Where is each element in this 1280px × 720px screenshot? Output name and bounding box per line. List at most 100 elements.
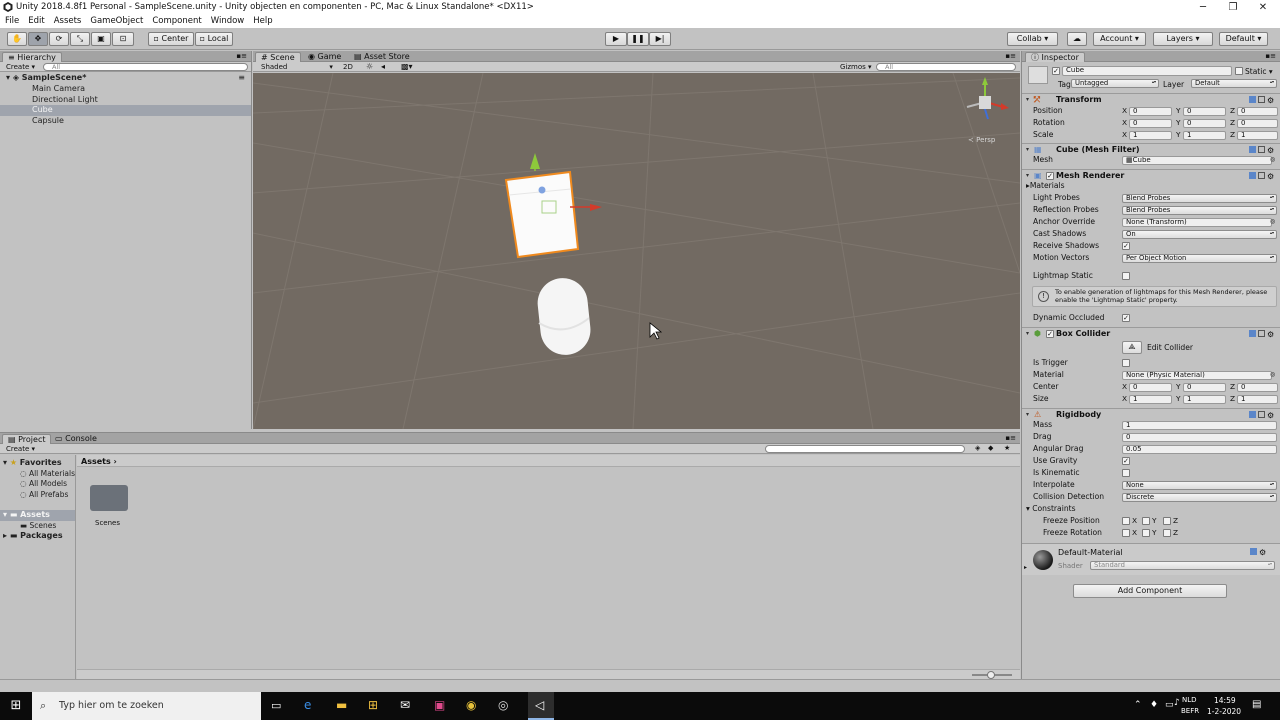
center-z-field[interactable]: 0 xyxy=(1237,382,1278,392)
help-icon[interactable] xyxy=(1249,411,1256,418)
tag-dropdown[interactable]: Untagged xyxy=(1071,79,1159,88)
preset-icon[interactable] xyxy=(1258,411,1265,418)
interpolate-dropdown[interactable]: None xyxy=(1122,480,1277,490)
active-checkbox[interactable]: ✓ xyxy=(1052,67,1060,75)
motion-vectors-dropdown[interactable]: Per Object Motion xyxy=(1122,253,1277,263)
2d-toggle[interactable]: 2D xyxy=(343,63,353,71)
menu-assets[interactable]: Assets xyxy=(54,15,82,28)
scale-x-field[interactable]: 1 xyxy=(1129,130,1172,140)
tab-console[interactable]: ▭ Console xyxy=(50,434,102,444)
hierarchy-item-capsule[interactable]: Capsule xyxy=(0,116,251,127)
freeze-rotation-y-checkbox[interactable] xyxy=(1142,529,1150,537)
file-explorer-icon[interactable]: ▬ xyxy=(336,698,347,712)
help-icon[interactable] xyxy=(1249,96,1256,103)
project-search-input[interactable] xyxy=(765,445,965,453)
position-y-field[interactable]: 0 xyxy=(1183,106,1226,116)
step-button[interactable]: ▶| xyxy=(649,32,671,46)
object-picker-icon[interactable]: ◎ xyxy=(1270,369,1275,381)
settings-gear-icon[interactable]: ⚙ xyxy=(1267,410,1274,420)
hierarchy-item-main-camera[interactable]: Main Camera xyxy=(0,84,251,95)
mesh-renderer-enabled-checkbox[interactable]: ✓ xyxy=(1046,172,1054,180)
network-icon[interactable]: ▭ xyxy=(1165,700,1174,710)
clock-time[interactable]: 14:59 xyxy=(1214,696,1236,705)
project-create-button[interactable]: Create ▾ xyxy=(6,445,35,453)
settings-gear-icon[interactable]: ⚙ xyxy=(1267,145,1274,155)
breadcrumb-assets[interactable]: Assets › xyxy=(81,457,117,466)
help-icon[interactable] xyxy=(1249,172,1256,179)
help-icon[interactable] xyxy=(1250,548,1257,555)
freeze-rotation-x-checkbox[interactable] xyxy=(1122,529,1130,537)
chrome-icon[interactable]: ◉ xyxy=(466,698,476,712)
rotate-tool-button[interactable]: ⟳ xyxy=(49,32,69,46)
edit-collider-button[interactable]: ⟁ xyxy=(1122,341,1142,354)
fold-closed-icon[interactable]: ▸ xyxy=(1024,564,1027,571)
preset-icon[interactable] xyxy=(1258,96,1265,103)
add-component-button[interactable]: Add Component xyxy=(1073,584,1227,598)
audio-toggle-icon[interactable]: ◂ xyxy=(381,62,385,71)
persp-label[interactable]: ≺ Persp xyxy=(968,136,995,144)
menu-file[interactable]: File xyxy=(5,15,19,28)
scene-viewport[interactable]: ≺ Persp xyxy=(253,73,1020,429)
shader-dropdown[interactable]: Standard xyxy=(1090,561,1275,570)
cast-shadows-dropdown[interactable]: On xyxy=(1122,229,1277,239)
center-y-field[interactable]: 0 xyxy=(1183,382,1226,392)
scene-orientation-gizmo[interactable] xyxy=(966,77,1009,120)
scenes-folder-row[interactable]: ▬ Scenes xyxy=(0,521,75,532)
pause-button[interactable]: ❚❚ xyxy=(627,32,649,46)
constraints-row[interactable]: ▾ Constraints xyxy=(1022,503,1280,515)
filter-type-icon[interactable]: ◈ xyxy=(975,444,980,452)
account-dropdown[interactable]: Account ▾ xyxy=(1093,32,1146,46)
collision-detection-dropdown[interactable]: Discrete xyxy=(1122,492,1277,502)
use-gravity-checkbox[interactable]: ✓ xyxy=(1122,457,1130,465)
gizmos-dropdown[interactable]: Gizmos ▾ xyxy=(840,63,872,71)
menu-gameobject[interactable]: GameObject xyxy=(90,15,143,28)
scene-search-input[interactable]: All xyxy=(876,63,1016,71)
angular-drag-field[interactable]: 0.05 xyxy=(1122,444,1277,454)
is-kinematic-checkbox[interactable] xyxy=(1122,469,1130,477)
rotation-z-field[interactable]: 0 xyxy=(1237,118,1278,128)
settings-gear-icon[interactable]: ⚙ xyxy=(1259,548,1266,557)
tab-game[interactable]: ◉ Game xyxy=(303,52,346,62)
assets-folder-row[interactable]: ▾ ▬ Assets xyxy=(0,510,75,521)
scenes-folder-icon[interactable] xyxy=(90,485,128,511)
freeze-position-z-checkbox[interactable] xyxy=(1163,517,1171,525)
play-button[interactable]: ▶ xyxy=(605,32,627,46)
freeze-position-y-checkbox[interactable] xyxy=(1142,517,1150,525)
is-trigger-checkbox[interactable] xyxy=(1122,359,1130,367)
freeze-position-x-checkbox[interactable] xyxy=(1122,517,1130,525)
preset-icon[interactable] xyxy=(1258,146,1265,153)
tray-overflow-icon[interactable]: ⌃ xyxy=(1134,700,1142,710)
static-checkbox[interactable] xyxy=(1235,67,1243,75)
windows-start-icon[interactable]: ⊞ xyxy=(0,692,32,720)
close-button[interactable]: ✕ xyxy=(1246,0,1280,15)
move-tool-button[interactable]: ✥ xyxy=(28,32,48,46)
scene-menu-icon[interactable]: ≡ xyxy=(238,73,245,84)
rotation-x-field[interactable]: 0 xyxy=(1129,118,1172,128)
task-view-icon[interactable]: ▭ xyxy=(271,699,281,712)
store-icon[interactable]: ⊞ xyxy=(368,698,378,712)
volume-icon[interactable]: ♪ xyxy=(1174,698,1180,708)
favorite-star-icon[interactable]: ★ xyxy=(1004,444,1010,452)
clock-date[interactable]: 1-2-2020 xyxy=(1207,707,1241,716)
favorite-all-prefabs[interactable]: ◌ All Prefabs xyxy=(0,490,75,501)
position-z-field[interactable]: 0 xyxy=(1237,106,1278,116)
shading-mode-dropdown[interactable]: Shaded ▾ xyxy=(261,63,333,71)
help-icon[interactable] xyxy=(1249,330,1256,337)
keyboard-layout-label[interactable]: BEFR xyxy=(1181,707,1199,715)
panel-menu-icon[interactable]: ▪≡ xyxy=(1265,52,1276,60)
settings-gear-icon[interactable]: ⚙ xyxy=(1267,329,1274,339)
hierarchy-create-button[interactable]: Create ▾ xyxy=(6,63,35,71)
rotation-y-field[interactable]: 0 xyxy=(1183,118,1226,128)
edge-icon[interactable]: e xyxy=(304,698,311,712)
pivot-local-toggle[interactable]: ▫ Local xyxy=(195,32,233,46)
preset-icon[interactable] xyxy=(1258,330,1265,337)
notification-icon[interactable]: ▤ xyxy=(1252,699,1261,710)
unity-hub-icon[interactable]: ◎ xyxy=(498,698,508,712)
box-collider-enabled-checkbox[interactable]: ✓ xyxy=(1046,330,1054,338)
menu-component[interactable]: Component xyxy=(152,15,201,28)
center-x-field[interactable]: 0 xyxy=(1129,382,1172,392)
materials-row[interactable]: ▸Materials xyxy=(1022,180,1280,192)
language-label[interactable]: NLD xyxy=(1182,696,1197,704)
pivot-center-toggle[interactable]: ▫ Center xyxy=(148,32,194,46)
layout-dropdown[interactable]: Default ▾ xyxy=(1219,32,1268,46)
